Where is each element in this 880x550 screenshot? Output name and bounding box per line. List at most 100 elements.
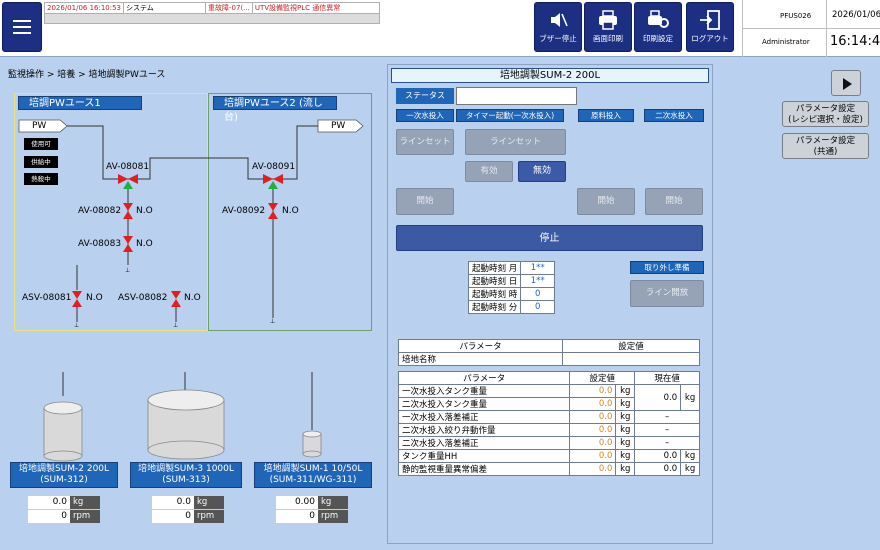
valve-label-asv08081: ASV-08081 [22, 293, 72, 303]
param-set-value[interactable]: 0.0 [569, 423, 617, 437]
param-unit: kg [615, 423, 636, 437]
start-day-value[interactable]: 1** [520, 274, 556, 288]
tank-1-code: (SUM-312) [40, 475, 88, 485]
param-current-value: 0.0 [634, 462, 682, 476]
tank-sum-313[interactable] [147, 389, 225, 460]
param-label: 二次水投入絞り弁動作量 [397, 423, 571, 437]
line-open-button[interactable]: ライン開放 [630, 280, 704, 307]
param-set-value[interactable]: 0.0 [569, 462, 617, 476]
tank-2-label[interactable]: 培地調製SUM-3 1000L (SUM-313) [130, 462, 242, 488]
table-row: 起動時刻 分 0 [467, 300, 556, 314]
valve-asv08082[interactable] [171, 291, 181, 307]
param-common-button[interactable]: パラメータ設定 (共通) [782, 133, 869, 159]
header-parameter: パラメータ [397, 371, 571, 385]
param-unit: kg [615, 384, 636, 398]
param-unit: kg [615, 449, 636, 463]
param-unit: kg [615, 397, 636, 411]
valve-label-asv08082: ASV-08082 [118, 293, 168, 303]
valve-av08091[interactable] [263, 174, 283, 189]
tag-timer-start: タイマー起動(一次水投入) [456, 109, 564, 122]
enable-button[interactable]: 有効 [465, 161, 513, 182]
line-set-button-1[interactable]: ラインセット [396, 129, 454, 155]
tag-secondary-water: 二次水投入 [644, 109, 704, 122]
tank-3-rpm-unit: rpm [318, 510, 348, 523]
tank-2-code: (SUM-313) [162, 475, 210, 485]
tank-sum-311[interactable] [302, 430, 322, 458]
tank-2-rpm-unit: rpm [194, 510, 224, 523]
medium-name-table: パラメータ 設定値 培地名称 [398, 339, 700, 366]
tank-1-rpm-value: 0 [28, 510, 70, 523]
tank-1-rpm: 0 rpm [28, 510, 100, 523]
start-minute-label: 起動時刻 分 [467, 300, 522, 314]
param-recipe-line2: (レシピ選択・設定) [788, 115, 863, 125]
start-month-value[interactable]: 1** [520, 261, 556, 275]
tank-1-rpm-unit: rpm [70, 510, 100, 523]
medium-name-value[interactable] [562, 352, 700, 366]
valve-av08081[interactable] [118, 174, 138, 189]
table-row: 起動時刻 時 0 [467, 287, 556, 301]
tank-3-name: 培地調製SUM-1 10/50L [263, 464, 363, 474]
table-row: 二次水投入絞り弁動作量 0.0 kg – [397, 423, 700, 437]
table-row: 二次水投入落差補正 0.0 kg – [397, 436, 700, 450]
tank-1-weight-unit: kg [70, 496, 100, 509]
param-recipe-button[interactable]: パラメータ設定 (レシピ選択・設定) [782, 101, 869, 127]
status-heat-sterilizing: 熱殺中 [24, 173, 58, 185]
param-current-value: 0.0 [634, 384, 682, 411]
tank-3-weight: 0.00 kg [276, 496, 348, 509]
tank-1-name: 培地調製SUM-2 200L [18, 464, 110, 474]
tank-3-weight-unit: kg [318, 496, 348, 509]
valve-av08083[interactable] [123, 236, 133, 252]
start-hour-value[interactable]: 0 [520, 287, 556, 301]
tank-1-weight-value: 0.0 [28, 496, 70, 509]
valve-asv08081[interactable] [72, 291, 82, 307]
tank-sum-312[interactable] [43, 401, 83, 462]
start-minute-value[interactable]: 0 [520, 300, 556, 314]
param-set-value[interactable]: 0.0 [569, 436, 617, 450]
medium-name-label: 培地名称 [398, 352, 563, 366]
param-unit: kg [615, 462, 636, 476]
drain-symbol: ⊥ [173, 322, 178, 329]
start-button-2[interactable]: 開始 [577, 188, 635, 215]
tank-2-name: 培地調製SUM-3 1000L [138, 464, 234, 474]
stop-button[interactable]: 停止 [396, 225, 703, 251]
table-row: 静的監視重量異常偏差 0.0 kg 0.0 kg [397, 462, 700, 476]
tank-1-label[interactable]: 培地調製SUM-2 200L (SUM-312) [10, 462, 118, 488]
param-set-value[interactable]: 0.0 [569, 449, 617, 463]
tank-3-code: (SUM-311/WG-311) [269, 475, 357, 485]
tank-3-label[interactable]: 培地調製SUM-1 10/50L (SUM-311/WG-311) [254, 462, 372, 488]
pw-inlet-1-label: PW [32, 121, 47, 131]
tank-2-rpm-value: 0 [152, 510, 194, 523]
param-common-line2: (共通) [813, 147, 838, 157]
parameter-table: パラメータ 設定値 現在値 一次水投入タンク重量 0.0 kg 0.0 kg 二… [397, 371, 700, 476]
valve-label-av08091: AV-08091 [252, 162, 296, 172]
valve-av08082[interactable] [123, 203, 133, 219]
remove-prep-tag: 取り外し準備 [630, 261, 704, 274]
drain-symbol: ⊥ [74, 322, 79, 329]
header-current-value: 現在値 [634, 371, 700, 385]
tank-2-rpm: 0 rpm [152, 510, 224, 523]
play-icon[interactable] [831, 70, 861, 96]
valve-no-label: N.O [136, 239, 153, 249]
tank-2-weight-unit: kg [194, 496, 224, 509]
table-row: パラメータ 設定値 現在値 [397, 371, 700, 385]
param-set-value[interactable]: 0.0 [569, 397, 617, 411]
param-unit: kg [615, 410, 636, 424]
drain-symbol: ⊥ [125, 267, 130, 274]
status-value [456, 87, 577, 105]
valve-label-av08082: AV-08082 [78, 206, 122, 216]
start-button-3[interactable]: 開始 [645, 188, 703, 215]
tank-1-weight: 0.0 kg [28, 496, 100, 509]
param-label: 静的監視重量異常偏差 [397, 462, 571, 476]
start-button-1[interactable]: 開始 [396, 188, 454, 215]
disable-button[interactable]: 無効 [518, 161, 566, 182]
param-recipe-line1: パラメータ設定 [795, 104, 856, 114]
header-parameter: パラメータ [398, 339, 563, 353]
param-set-value[interactable]: 0.0 [569, 410, 617, 424]
start-hour-label: 起動時刻 時 [467, 287, 522, 301]
param-set-value[interactable]: 0.0 [569, 384, 617, 398]
tag-material-input: 原料投入 [578, 109, 634, 122]
header-set-value: 設定値 [562, 339, 700, 353]
table-row: 一次水投入落差補正 0.0 kg – [397, 410, 700, 424]
line-set-button-2[interactable]: ラインセット [465, 129, 566, 155]
valve-av08092[interactable] [268, 203, 278, 219]
